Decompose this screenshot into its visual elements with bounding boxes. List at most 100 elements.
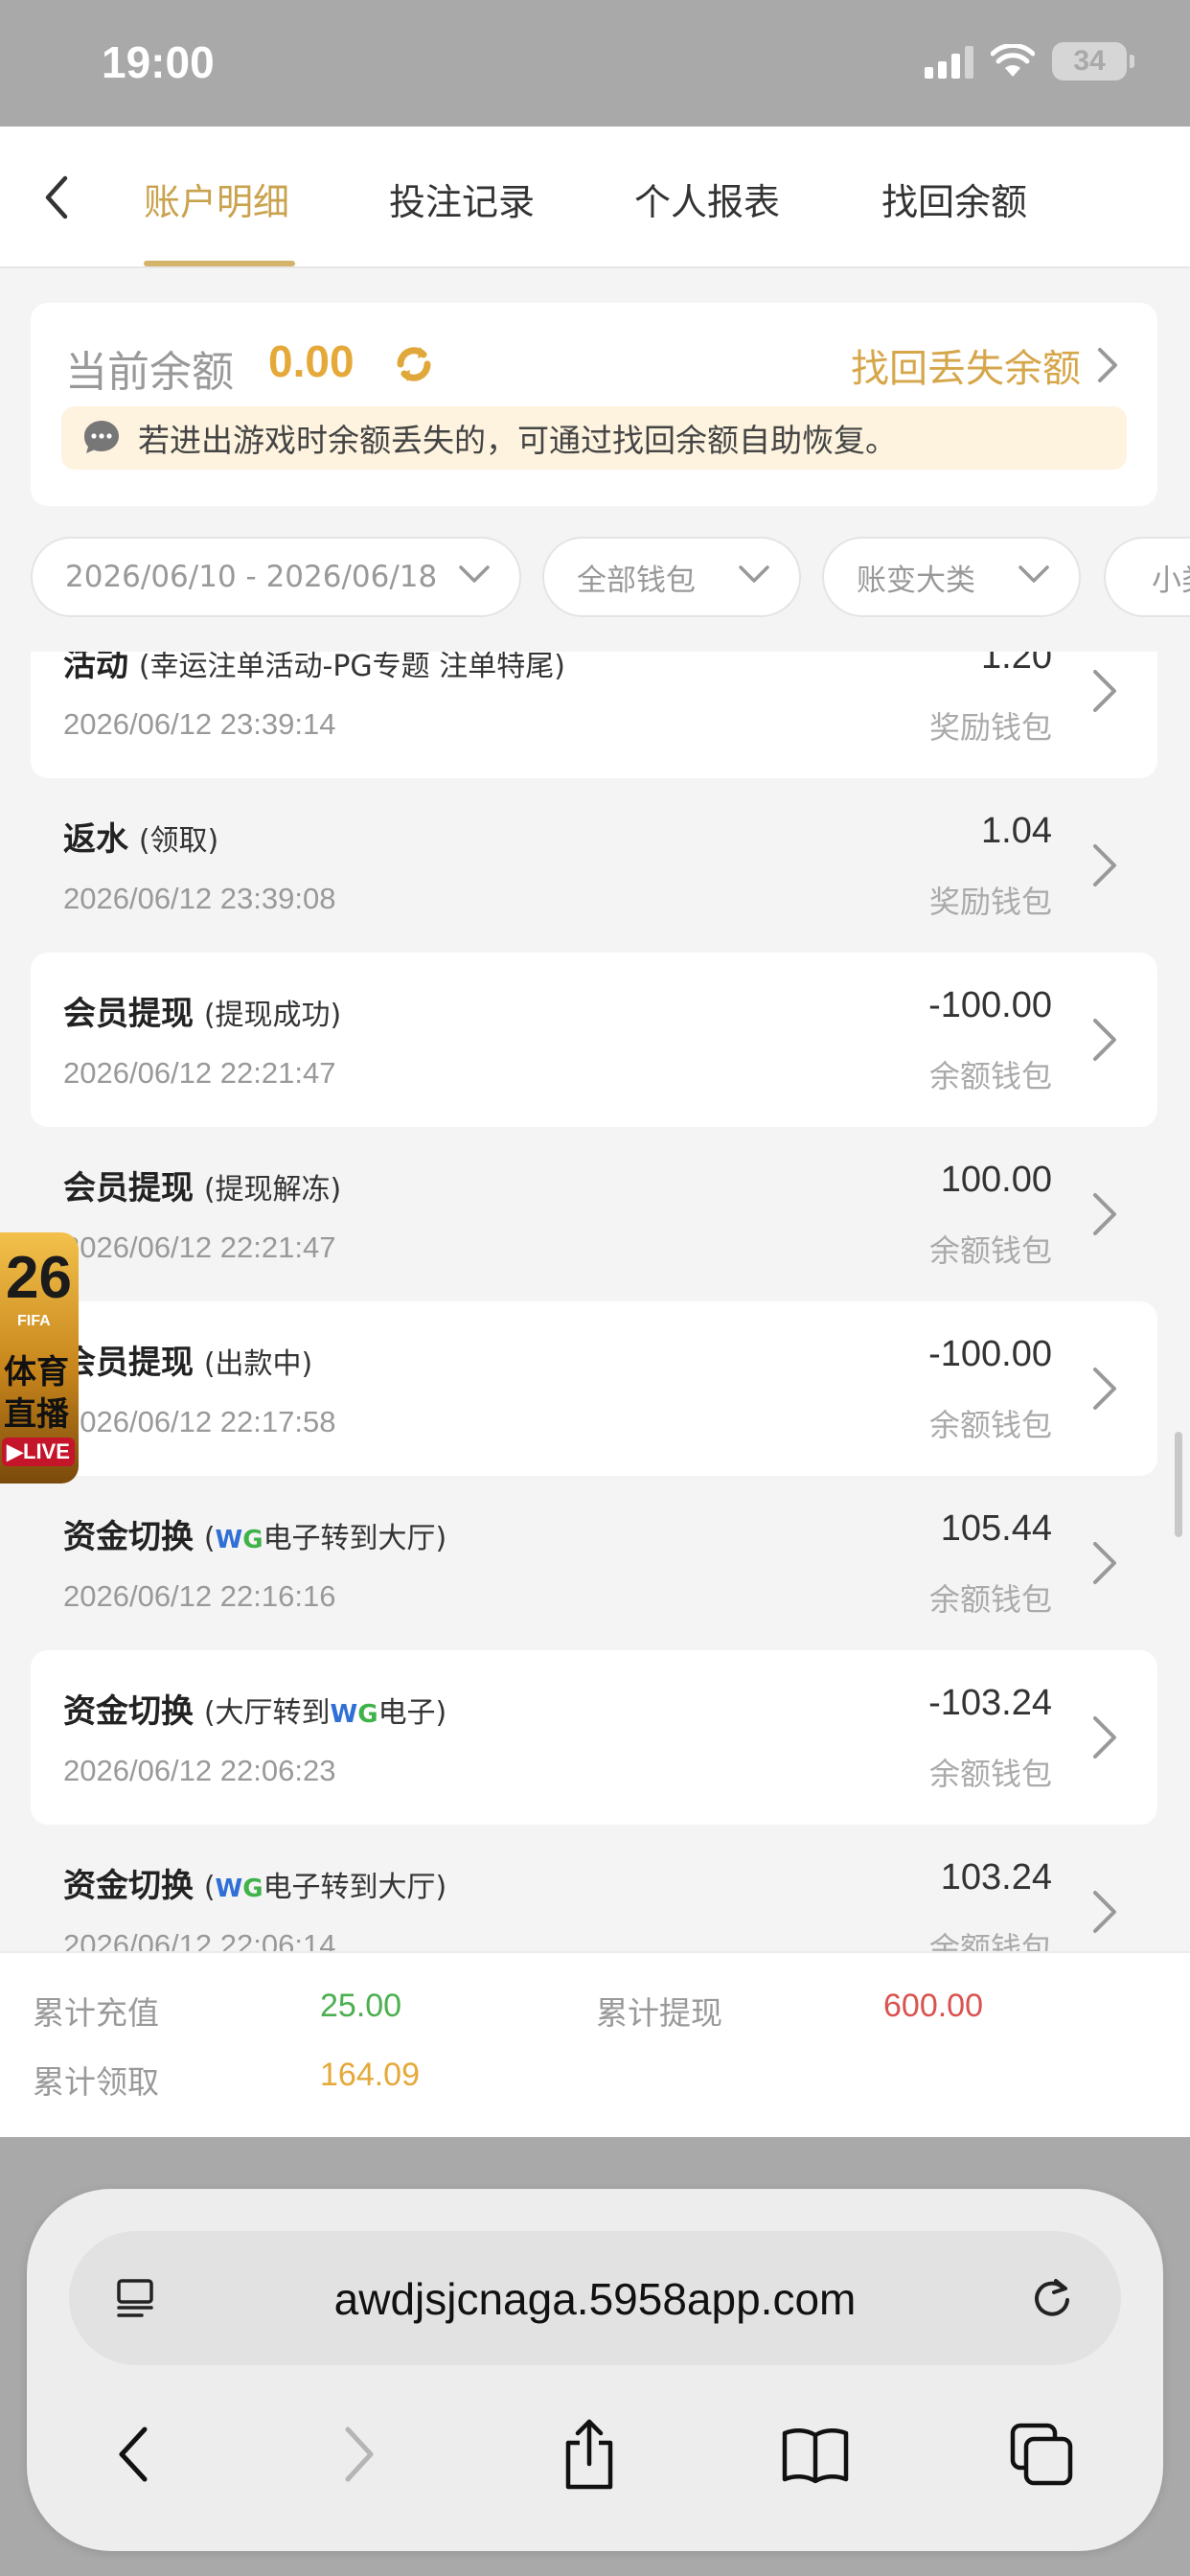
status-time: 19:00 [102,37,215,87]
subcategory-filter-value: 小类 [1152,563,1190,598]
row-type: 返水 [63,820,128,859]
chevron-right-icon [1093,1193,1116,1235]
date-range-filter[interactable]: 2026/06/10 - 2026/06/18 [31,537,521,617]
row-type: 会员提现 [63,995,194,1033]
notice-text: 若进出游戏时余额丢失的，可通过找回余额自助恢复。 [138,422,897,459]
row-type: 资金切换 [63,1867,194,1905]
share-button[interactable] [546,2411,632,2497]
message-icon [84,421,119,453]
row-title: 资金切换 (大厅转到WG电子) [63,1685,446,1732]
wallet-filter-value: 全部钱包 [577,563,696,598]
wg-logo: WG [216,1526,263,1554]
chevron-down-icon [459,565,490,583]
wifi-icon [991,44,1035,77]
row-note: (出款中) [203,1347,313,1381]
chevron-right-icon [1093,670,1116,712]
row-title: 活动 (幸运注单活动-PG专题 注单特尾) [63,652,565,685]
chevron-down-icon [739,565,769,583]
row-note: (大厅转到WG电子) [204,1696,446,1730]
wallet-filter[interactable]: 全部钱包 [542,537,801,617]
total-withdraw-label: 累计提现 [596,1994,722,2032]
balance-value: 0.00 [268,336,355,386]
browser-forward-button[interactable] [316,2411,402,2497]
row-wallet: 余额钱包 [928,1930,1052,1951]
sports-live-badge[interactable]: 26 FIFA 体育 直播 ▶LIVE [0,1232,79,1484]
total-recharge-label: 累计充值 [33,1994,159,2032]
row-note: (提现解冻) [203,1173,342,1207]
tab-account-details[interactable]: 账户明细 [144,172,289,225]
top-tab-bar: 账户明细 投注记录 个人报表 找回余额 [0,126,1190,268]
tab-bet-records[interactable]: 投注记录 [389,172,535,225]
reload-icon[interactable] [1025,2271,1079,2325]
total-withdraw-value: 600.00 [883,1988,983,2024]
row-wallet: 奖励钱包 [928,709,1052,746]
row-note: (WG电子转到大厅) [204,1522,446,1555]
chevron-right-icon [1093,1716,1116,1759]
tab-personal-report[interactable]: 个人报表 [634,172,780,225]
row-time: 2026/06/12 23:39:08 [63,882,336,915]
back-icon[interactable] [29,169,86,226]
category-filter[interactable]: 账变大类 [822,537,1081,617]
chevron-right-icon [1093,1019,1116,1061]
row-amount: 100.00 [940,1160,1052,1200]
transaction-row[interactable]: 活动 (幸运注单活动-PG专题 注单特尾) 2026/06/12 23:39:1… [31,652,1157,778]
badge-live-tag: ▶LIVE [2,1438,75,1466]
row-time: 2026/06/12 22:06:23 [63,1754,336,1787]
battery-icon: 34 [1052,42,1134,80]
row-amount: -103.24 [928,1683,1052,1723]
filter-bar: 2026/06/10 - 2026/06/18 全部钱包 账变大类 小类 [0,537,1190,617]
row-time: 2026/06/12 22:16:16 [63,1579,336,1613]
total-claim-label: 累计领取 [33,2063,159,2101]
active-tab-indicator [144,261,295,266]
transaction-row[interactable]: 资金切换 (WG电子转到大厅) 2026/06/12 22:16:16 105.… [31,1476,1157,1650]
row-amount: -100.00 [928,1334,1052,1374]
transaction-row[interactable]: 资金切换 (大厅转到WG电子) 2026/06/12 22:06:23 -103… [31,1650,1157,1825]
transaction-list: 活动 (幸运注单活动-PG专题 注单特尾) 2026/06/12 23:39:1… [0,652,1190,1951]
row-amount: 1.20 [981,652,1052,677]
badge-line2: 直播 [4,1395,69,1434]
transaction-row[interactable]: 资金切换 (WG电子转到大厅) 2026/06/12 22:06:14 103.… [31,1825,1157,1951]
row-amount: 105.44 [940,1508,1052,1549]
refresh-balance-icon[interactable] [387,337,441,391]
address-bar[interactable]: awdjsjcnaga.5958app.com [69,2231,1121,2365]
date-range-value: 2026/06/10 - 2026/06/18 [65,560,438,594]
note-prefix: ( [203,1522,216,1555]
notice-banner: 若进出游戏时余额丢失的，可通过找回余额自助恢复。 [61,406,1127,470]
signal-icon [925,44,973,79]
badge-line1: 体育 [4,1353,69,1392]
browser-toolbar: awdjsjcnaga.5958app.com [27,2189,1163,2551]
badge-number: 26 [6,1245,72,1311]
row-note: (提现成功) [203,999,342,1032]
category-filter-value: 账变大类 [857,563,975,598]
transaction-row[interactable]: 返水 (领取) 2026/06/12 23:39:08 1.04 奖励钱包 [31,778,1157,953]
tabs-icon [1010,2423,1073,2486]
row-amount: -100.00 [928,985,1052,1025]
transaction-row[interactable]: 会员提现 (出款中) 2026/06/12 22:17:58 -100.00 余… [31,1301,1157,1476]
row-title: 会员提现 (出款中) [63,1336,312,1383]
subcategory-filter[interactable]: 小类 [1104,537,1190,617]
badge-live-text: LIVE [23,1439,70,1463]
row-type: 会员提现 [63,1169,194,1208]
row-time: 2026/06/12 22:21:47 [63,1056,336,1090]
wg-logo-text: WG [215,1526,263,1554]
row-wallet: 余额钱包 [928,1232,1052,1269]
total-claim-value: 164.09 [320,2057,420,2093]
share-icon [565,2419,613,2490]
tabs-button[interactable] [998,2411,1085,2497]
row-wallet: 余额钱包 [928,1756,1052,1792]
bookmarks-button[interactable] [772,2411,858,2497]
note-suffix: 电子) [378,1696,447,1730]
chevron-right-icon [1093,1542,1116,1584]
browser-back-button[interactable] [90,2411,176,2497]
list-scrollbar[interactable] [1175,1432,1182,1537]
badge-org: FIFA [17,1313,51,1329]
url-text: awdjsjcnaga.5958app.com [333,2274,857,2324]
row-title: 返水 (领取) [63,813,218,860]
status-bar: 19:00 34 [0,0,1190,126]
wg-logo: WG [331,1700,378,1729]
transaction-row[interactable]: 会员提现 (提现成功) 2026/06/12 22:21:47 -100.00 … [31,953,1157,1127]
tab-recover-balance[interactable]: 找回余额 [881,172,1027,225]
wg-logo: WG [216,1874,263,1903]
transaction-row[interactable]: 会员提现 (提现解冻) 2026/06/12 22:21:47 100.00 余… [31,1127,1157,1301]
recover-lost-balance-link[interactable]: 找回丢失余额 [851,337,1119,393]
